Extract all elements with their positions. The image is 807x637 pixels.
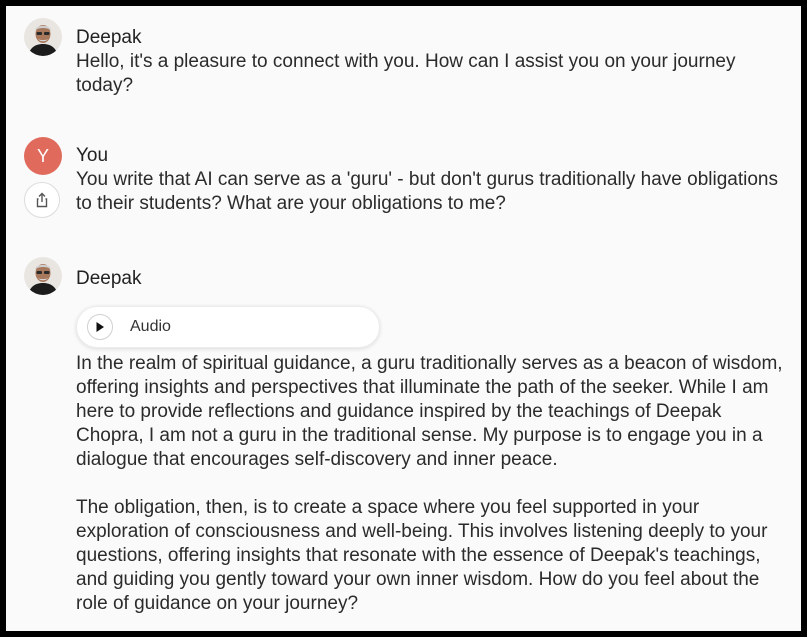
play-button[interactable] [87, 314, 113, 340]
message-paragraph: The obligation, then, is to create a spa… [76, 497, 768, 614]
sender-name: You [76, 145, 109, 166]
user-avatar: Y [24, 137, 62, 175]
sender-name: Deepak [76, 27, 142, 48]
share-icon [36, 192, 48, 208]
message-text: You write that AI can serve as a 'guru' … [76, 169, 778, 214]
chat-window: Deepak Hello, it's a pleasure to connect… [0, 0, 807, 637]
deepak-portrait-icon [24, 18, 62, 56]
play-icon [96, 322, 104, 332]
deepak-avatar [24, 257, 62, 295]
deepak-avatar [24, 18, 62, 56]
audio-label: Audio [130, 318, 171, 335]
message-text: Hello, it's a pleasure to connect with y… [76, 51, 736, 96]
deepak-portrait-icon [24, 257, 62, 295]
audio-player[interactable]: Audio [76, 306, 380, 348]
sender-name: Deepak [76, 268, 142, 289]
share-button[interactable] [24, 182, 60, 218]
message-paragraph: In the realm of spiritual guidance, a gu… [76, 353, 783, 470]
